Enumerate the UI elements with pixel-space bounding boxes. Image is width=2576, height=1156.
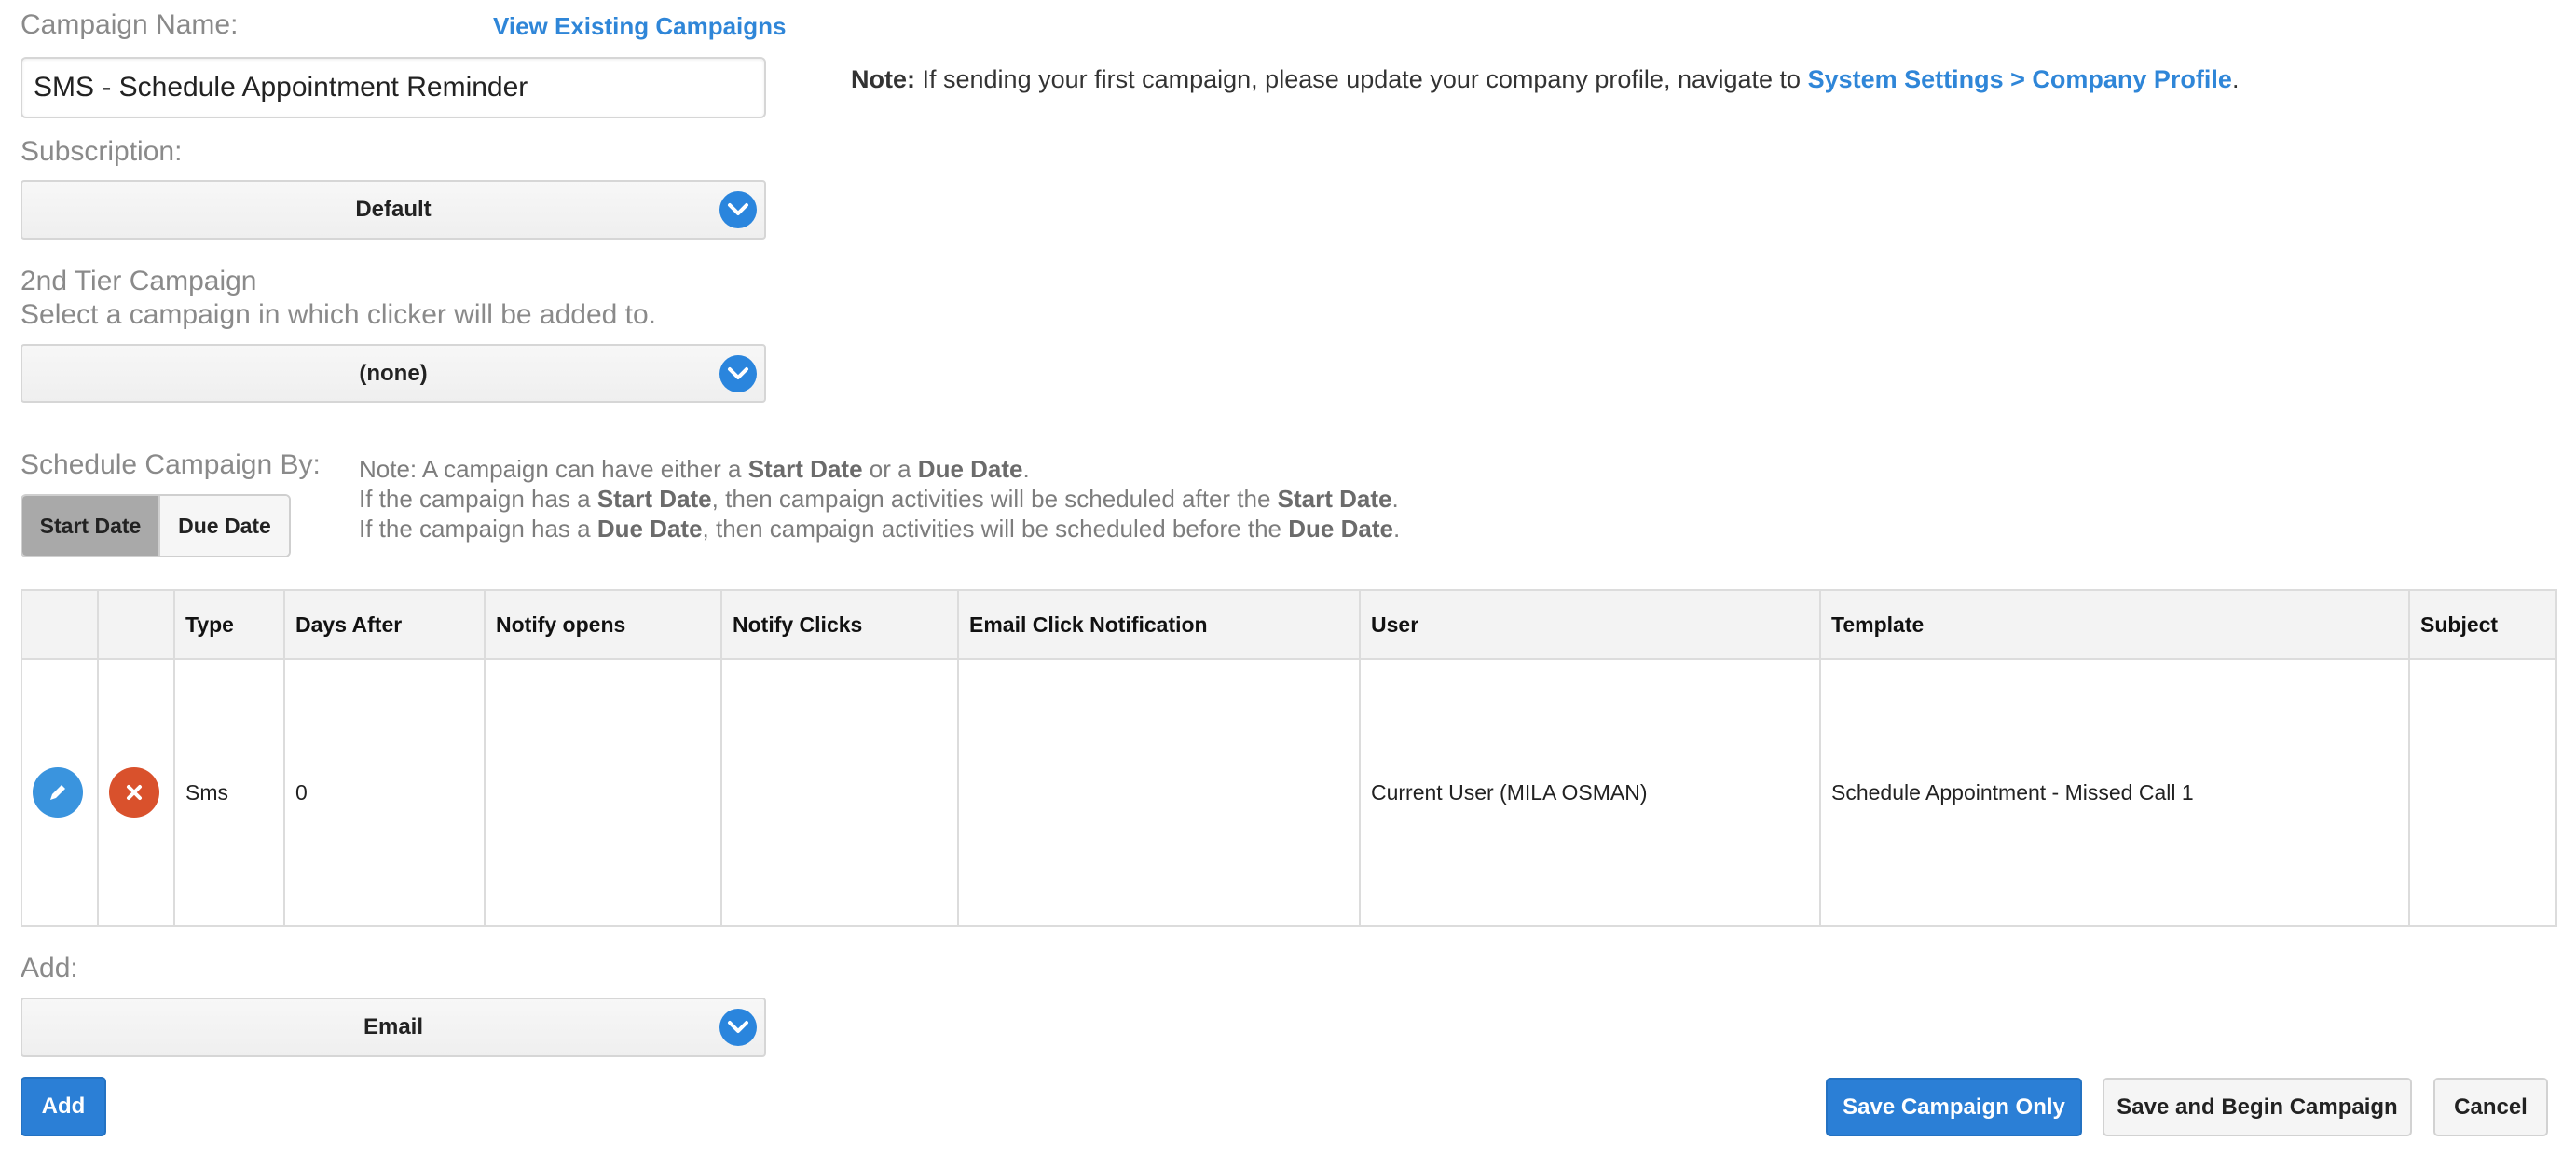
cell-notify-opens [484, 658, 722, 927]
note-suffix: . [2231, 65, 2240, 93]
cell-user: Current User (MILA OSMAN) [1359, 658, 1821, 927]
cell-subject [2408, 658, 2557, 927]
delete-cell [97, 658, 175, 927]
delete-button[interactable] [109, 767, 159, 818]
note-prefix: Note: [851, 65, 915, 93]
view-existing-campaigns-link[interactable]: View Existing Campaigns [493, 12, 787, 41]
cell-notify-clicks [720, 658, 959, 927]
header-days-after: Days After [283, 589, 486, 660]
cell-days-after: 0 [283, 658, 486, 927]
add-selected: Email [363, 1014, 424, 1039]
tier2-title: 2nd Tier Campaign [21, 266, 257, 296]
save-campaign-only-button[interactable]: Save Campaign Only [1826, 1078, 2082, 1136]
cell-template: Schedule Appointment - Missed Call 1 [1819, 658, 2410, 927]
header-notify-clicks: Notify Clicks [720, 589, 959, 660]
subscription-selected: Default [355, 197, 432, 222]
cancel-button[interactable]: Cancel [2433, 1078, 2548, 1136]
chevron-down-icon [719, 354, 757, 392]
cell-type: Sms [173, 658, 285, 927]
due-date-toggle[interactable]: Due Date [158, 496, 289, 556]
company-profile-link[interactable]: System Settings > Company Profile [1808, 65, 2232, 93]
table-row: Sms 0 Current User (MILA OSMAN) Schedule… [21, 658, 2557, 927]
header-edit [21, 589, 99, 660]
campaign-name-input[interactable] [21, 57, 766, 118]
tier2-subtitle: Select a campaign in which clicker will … [21, 299, 657, 330]
pencil-icon [50, 785, 65, 800]
schedule-toggle: Start Date Due Date [21, 494, 291, 557]
campaign-activities-table: Type Days After Notify opens Notify Clic… [21, 589, 2557, 927]
header-notify-opens: Notify opens [484, 589, 722, 660]
subscription-label: Subscription: [21, 136, 183, 167]
header-delete [97, 589, 175, 660]
save-and-begin-campaign-button[interactable]: Save and Begin Campaign [2103, 1078, 2412, 1136]
header-email-click-notification: Email Click Notification [957, 589, 1361, 660]
header-template: Template [1819, 589, 2410, 660]
company-profile-note: Note: If sending your first campaign, pl… [851, 65, 2239, 94]
cell-email-click-notification [957, 658, 1361, 927]
table-header-row: Type Days After Notify opens Notify Clic… [21, 589, 2557, 660]
chevron-down-icon [719, 1009, 757, 1046]
add-button[interactable]: Add [21, 1077, 106, 1136]
campaign-name-label: Campaign Name: [21, 9, 239, 40]
chevron-down-icon [719, 191, 757, 228]
schedule-note: Note: A campaign can have either a Start… [359, 455, 1401, 543]
add-label: Add: [21, 953, 78, 984]
note-text: If sending your first campaign, please u… [915, 65, 1808, 93]
tier2-campaign-select[interactable]: (none) [21, 344, 766, 403]
add-activity-select[interactable]: Email [21, 998, 766, 1057]
header-type: Type [173, 589, 285, 660]
header-user: User [1359, 589, 1821, 660]
schedule-label: Schedule Campaign By: [21, 449, 321, 480]
tier2-selected: (none) [359, 360, 428, 386]
subscription-select[interactable]: Default [21, 180, 766, 240]
header-subject: Subject [2408, 589, 2557, 660]
start-date-toggle[interactable]: Start Date [22, 496, 158, 556]
close-icon [127, 785, 142, 800]
edit-button[interactable] [33, 767, 83, 818]
edit-cell [21, 658, 99, 927]
